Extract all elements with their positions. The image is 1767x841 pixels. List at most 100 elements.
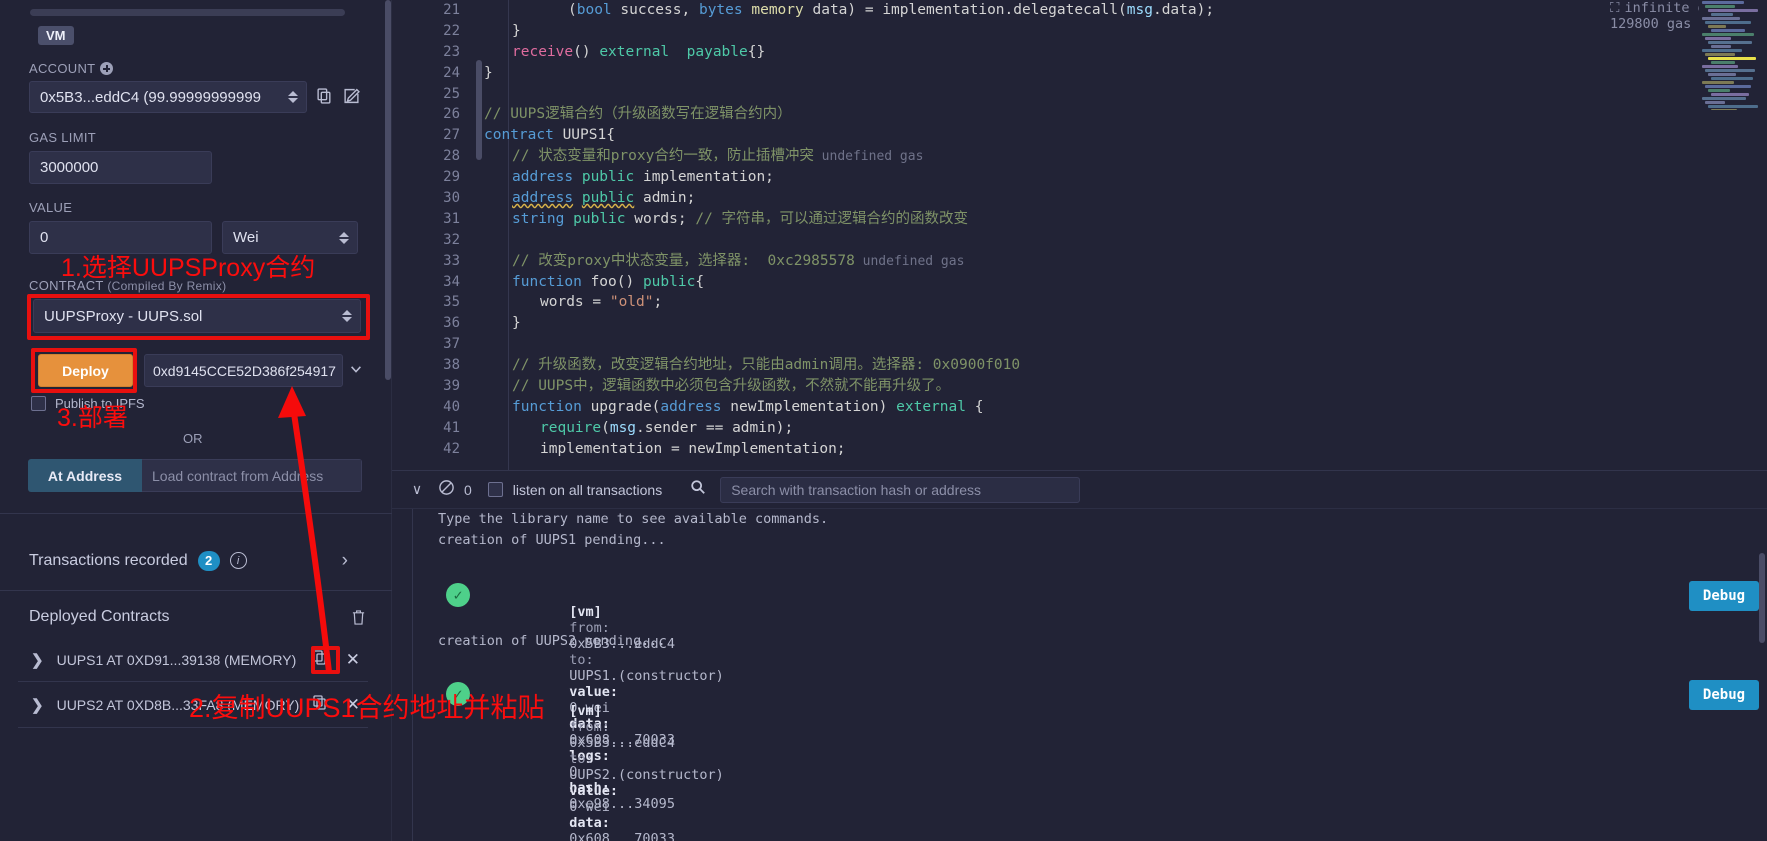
listen-all-transactions-checkbox[interactable] — [487, 482, 503, 497]
deploy-and-run-panel: VM ACCOUNT 0x5B3...eddC4 (99.99999999999… — [0, 0, 392, 841]
chevron-updown-icon[interactable] — [288, 88, 298, 106]
code-line[interactable]: 36} — [392, 313, 1767, 334]
code-line[interactable]: 35 words = "old"; — [392, 292, 1767, 313]
deploy-constructor-address-input[interactable]: 0xd9145CCE52D386f254917 — [144, 354, 343, 387]
divider — [18, 681, 368, 682]
editor-minimap[interactable] — [1699, 0, 1767, 110]
at-address-button[interactable]: At Address — [28, 459, 142, 492]
chevron-down-icon[interactable] — [349, 362, 363, 376]
line-number: 21 — [443, 2, 460, 18]
gas-limit-input[interactable]: 3000000 — [29, 151, 212, 184]
account-select[interactable]: 0x5B3...eddC4 (99.99999999999 — [29, 81, 307, 113]
code-text[interactable]: // 状态变量和proxy合约一致，防止插槽冲突 undefined gas — [484, 146, 923, 168]
chevron-right-icon[interactable]: › — [342, 550, 348, 572]
minimap-line — [1705, 85, 1751, 88]
debug-button[interactable]: Debug — [1689, 680, 1759, 710]
code-line[interactable]: 23 receive() external payable{} — [392, 42, 1767, 63]
remove-contract-icon[interactable]: ✕ — [346, 650, 360, 670]
code-line[interactable]: 25 — [392, 84, 1767, 105]
debug-button[interactable]: Debug — [1689, 581, 1759, 611]
code-line[interactable]: 38 // 升级函数，改变逻辑合约地址，只能由admin调用。选择器: 0x090… — [392, 355, 1767, 376]
add-account-icon[interactable] — [100, 62, 114, 75]
code-line[interactable]: 37 — [392, 334, 1767, 355]
code-text[interactable]: // 升级函数，改变逻辑合约地址，只能由admin调用。选择器: 0x0900f… — [484, 355, 1020, 376]
toggle-terminal-icon[interactable]: ∨ — [402, 481, 432, 498]
minimap-line — [1708, 57, 1756, 60]
code-text[interactable]: words = "old"; — [484, 292, 662, 313]
code-text[interactable]: } — [484, 63, 493, 84]
value-input[interactable]: 0 — [29, 221, 212, 254]
remove-contract-icon[interactable]: ✕ — [346, 695, 360, 715]
transaction-row[interactable]: ✓ [vm] from: 0x5B3...eddC4 to: UUPS2.(co… — [438, 674, 1767, 841]
at-address-input[interactable]: Load contract from Address — [142, 459, 362, 492]
minimap-line — [1702, 81, 1734, 84]
code-line[interactable]: 21 (bool success, bytes memory data) = im… — [392, 0, 1767, 21]
code-line[interactable]: 29 address public implementation; — [392, 167, 1767, 188]
code-line[interactable]: 41 require(msg.sender == admin); — [392, 418, 1767, 439]
code-text[interactable]: } — [484, 21, 521, 42]
tx-from-label: from: — [569, 620, 610, 636]
code-text[interactable]: address public implementation; — [484, 167, 774, 188]
deployed-contract-row-uups1[interactable]: ❯ UUPS1 AT 0XD91...39138 (MEMORY) ✕ — [0, 638, 378, 682]
code-line[interactable]: 27 contract UUPS1{ — [392, 125, 1767, 146]
line-number: 27 — [443, 127, 460, 144]
code-line[interactable]: 24} — [392, 63, 1767, 84]
tx-data-label: data: — [569, 815, 610, 831]
code-text[interactable]: // UUPS中，逻辑函数中必须包含升级函数，不然就不能再升级了。 — [484, 376, 950, 397]
chevron-updown-icon[interactable] — [342, 307, 352, 325]
code-line[interactable]: 26 // UUPS逻辑合约（升级函数写在逻辑合约内） — [392, 104, 1767, 125]
remix-ide-window: VM ACCOUNT 0x5B3...eddC4 (99.99999999999… — [0, 0, 1767, 841]
copy-contract-address-icon[interactable] — [312, 649, 328, 671]
code-text[interactable]: implementation = newImplementation; — [484, 439, 846, 460]
code-line[interactable]: 34 function foo() public{ — [392, 272, 1767, 293]
divider — [0, 590, 392, 591]
code-text[interactable]: require(msg.sender == admin); — [484, 418, 793, 439]
code-text[interactable]: // UUPS逻辑合约（升级函数写在逻辑合约内） — [484, 104, 792, 125]
deployed-contract-row-uups2[interactable]: ❯ UUPS2 AT 0XD8B...33FA8 (MEMORY) ✕ — [0, 683, 378, 727]
delete-all-contracts-icon[interactable] — [351, 609, 366, 631]
code-text[interactable]: receive() external payable{} — [484, 42, 765, 63]
code-line[interactable]: 32 — [392, 230, 1767, 251]
code-line[interactable]: 40 function upgrade(address newImplementa… — [392, 397, 1767, 418]
code-text[interactable]: address public admin; — [484, 188, 695, 209]
code-text[interactable]: } — [484, 313, 521, 334]
terminal-panel: ∨ 0 listen on all transactions Search wi… — [392, 470, 1767, 841]
terminal-output[interactable]: Type the library name to see available c… — [392, 509, 1767, 841]
code-line[interactable]: 31 string public words; // 字符串，可以通过逻辑合约的函… — [392, 209, 1767, 230]
clear-console-icon[interactable] — [432, 479, 460, 501]
code-text[interactable]: string public words; // 字符串，可以通过逻辑合约的函数改… — [484, 209, 968, 230]
code-text[interactable]: // 改变proxy中状态变量，选择器: 0xc2985578 undefine… — [484, 251, 964, 273]
code-text[interactable]: (bool success, bytes memory data) = impl… — [484, 0, 1214, 21]
panel-horizontal-scrollbar[interactable] — [30, 9, 345, 16]
info-icon[interactable]: i — [229, 552, 247, 569]
transaction-row[interactable]: ✓ [vm] from: 0x5B3...eddC4 to: UUPS1.(co… — [438, 575, 1767, 812]
value-unit-select[interactable]: Wei — [222, 221, 358, 254]
terminal-search-input[interactable]: Search with transaction hash or address — [720, 476, 1081, 503]
code-lines-container[interactable]: 21 (bool success, bytes memory data) = im… — [392, 0, 1767, 470]
contract-select[interactable]: UUPSProxy - UUPS.sol — [33, 299, 361, 333]
edit-account-icon[interactable] — [340, 84, 362, 108]
publish-ipfs-checkbox[interactable] — [31, 396, 46, 411]
expand-arrow-icon[interactable]: ❯ — [31, 651, 44, 669]
code-editor[interactable]: 21 (bool success, bytes memory data) = im… — [392, 0, 1767, 470]
panel-vertical-scrollbar[interactable] — [385, 0, 391, 380]
code-text[interactable]: function foo() public{ — [484, 272, 704, 293]
minimap-line — [1705, 53, 1735, 56]
copy-contract-address-icon[interactable] — [312, 694, 328, 716]
code-text[interactable]: contract UUPS1{ — [484, 125, 615, 146]
chevron-updown-icon[interactable] — [339, 229, 349, 247]
deploy-button[interactable]: Deploy — [38, 354, 133, 387]
copy-account-icon[interactable] — [313, 84, 335, 108]
search-icon[interactable] — [690, 479, 706, 500]
code-line[interactable]: 22} — [392, 21, 1767, 42]
code-text[interactable]: function upgrade(address newImplementati… — [484, 397, 983, 418]
code-line[interactable]: 33 // 改变proxy中状态变量，选择器: 0xc2985578 undefi… — [392, 251, 1767, 272]
code-line[interactable]: 30 address public admin; — [392, 188, 1767, 209]
publish-to-ipfs-row[interactable]: Publish to IPFS — [31, 396, 145, 411]
expand-arrow-icon[interactable]: ❯ — [31, 696, 44, 714]
code-line[interactable]: 42 implementation = newImplementation; — [392, 439, 1767, 460]
deployed-contracts-title: Deployed Contracts — [29, 608, 170, 625]
transactions-recorded-row[interactable]: Transactions recorded 2 i › — [0, 532, 392, 589]
code-line[interactable]: 39 // UUPS中，逻辑函数中必须包含升级函数，不然就不能再升级了。 — [392, 376, 1767, 397]
code-line[interactable]: 28 // 状态变量和proxy合约一致，防止插槽冲突 undefined gas — [392, 146, 1767, 167]
